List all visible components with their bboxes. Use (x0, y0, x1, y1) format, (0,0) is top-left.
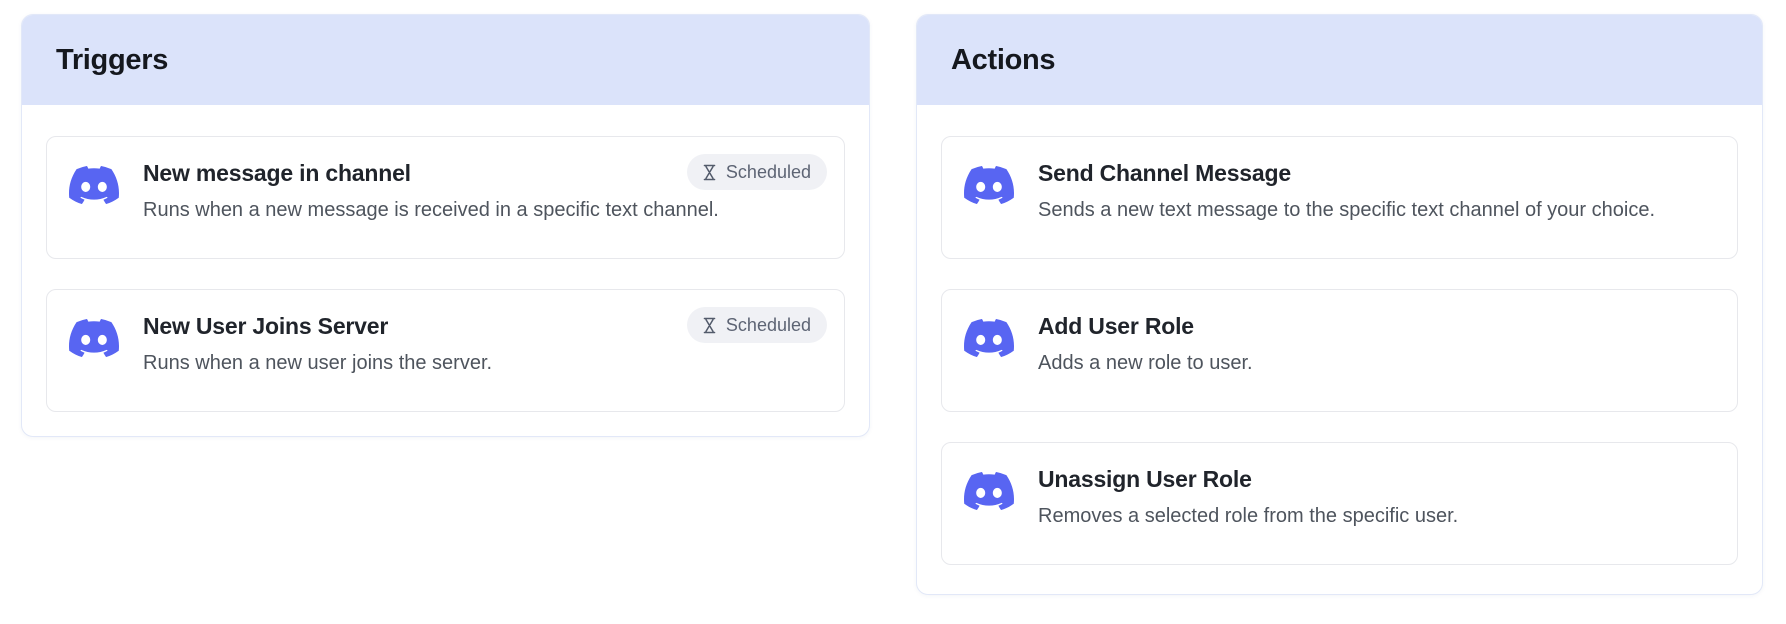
action-card-description: Sends a new text message to the specific… (1038, 198, 1656, 221)
card-text: Unassign User Role Removes a selected ro… (1038, 464, 1458, 530)
action-card-title: Unassign User Role (1038, 466, 1252, 492)
discord-icon (964, 466, 1014, 516)
scheduled-badge-label: Scheduled (725, 314, 811, 335)
action-card-add-user-role[interactable]: Add User Role Adds a new role to user. (941, 289, 1738, 412)
card-text: Add User Role Adds a new role to user. (1038, 311, 1253, 377)
scheduled-badge: Scheduled (686, 307, 827, 343)
card-text: New User Joins Server Runs when a new us… (143, 311, 492, 377)
action-card-description: Adds a new role to user. (1038, 351, 1253, 374)
card-text: Send Channel Message Sends a new text me… (1038, 158, 1655, 224)
actions-panel: Actions Send Channel Message Sends a new… (916, 14, 1763, 595)
trigger-card-title: New User Joins Server (143, 313, 389, 339)
action-card-title: Add User Role (1038, 313, 1194, 339)
discord-icon (964, 160, 1014, 210)
hourglass-icon (703, 164, 716, 180)
trigger-card-new-user-joins-server[interactable]: New User Joins Server Runs when a new us… (46, 289, 845, 412)
discord-icon (69, 160, 119, 210)
actions-panel-title: Actions (951, 43, 1056, 76)
triggers-panel-header: Triggers (22, 15, 869, 105)
card-text: New message in channel Runs when a new m… (143, 158, 719, 224)
action-card-title: Send Channel Message (1038, 160, 1291, 186)
scheduled-badge-label: Scheduled (725, 161, 811, 182)
trigger-card-description: Runs when a new user joins the server. (143, 351, 493, 374)
actions-panel-header: Actions (917, 15, 1762, 105)
trigger-card-description: Runs when a new message is received in a… (143, 198, 719, 221)
action-card-unassign-user-role[interactable]: Unassign User Role Removes a selected ro… (941, 442, 1738, 565)
action-card-send-channel-message[interactable]: Send Channel Message Sends a new text me… (941, 136, 1738, 259)
actions-panel-body: Send Channel Message Sends a new text me… (917, 105, 1762, 589)
discord-icon (69, 313, 119, 363)
discord-icon (964, 313, 1014, 363)
hourglass-icon (703, 317, 716, 333)
triggers-panel-body: New message in channel Runs when a new m… (22, 105, 869, 436)
trigger-card-new-message-in-channel[interactable]: New message in channel Runs when a new m… (46, 136, 845, 259)
action-card-description: Removes a selected role from the specifi… (1038, 504, 1459, 527)
triggers-panel: Triggers New message in channel Runs whe… (21, 14, 870, 437)
triggers-panel-title: Triggers (56, 43, 169, 76)
trigger-card-title: New message in channel (143, 160, 411, 186)
scheduled-badge: Scheduled (686, 154, 827, 190)
